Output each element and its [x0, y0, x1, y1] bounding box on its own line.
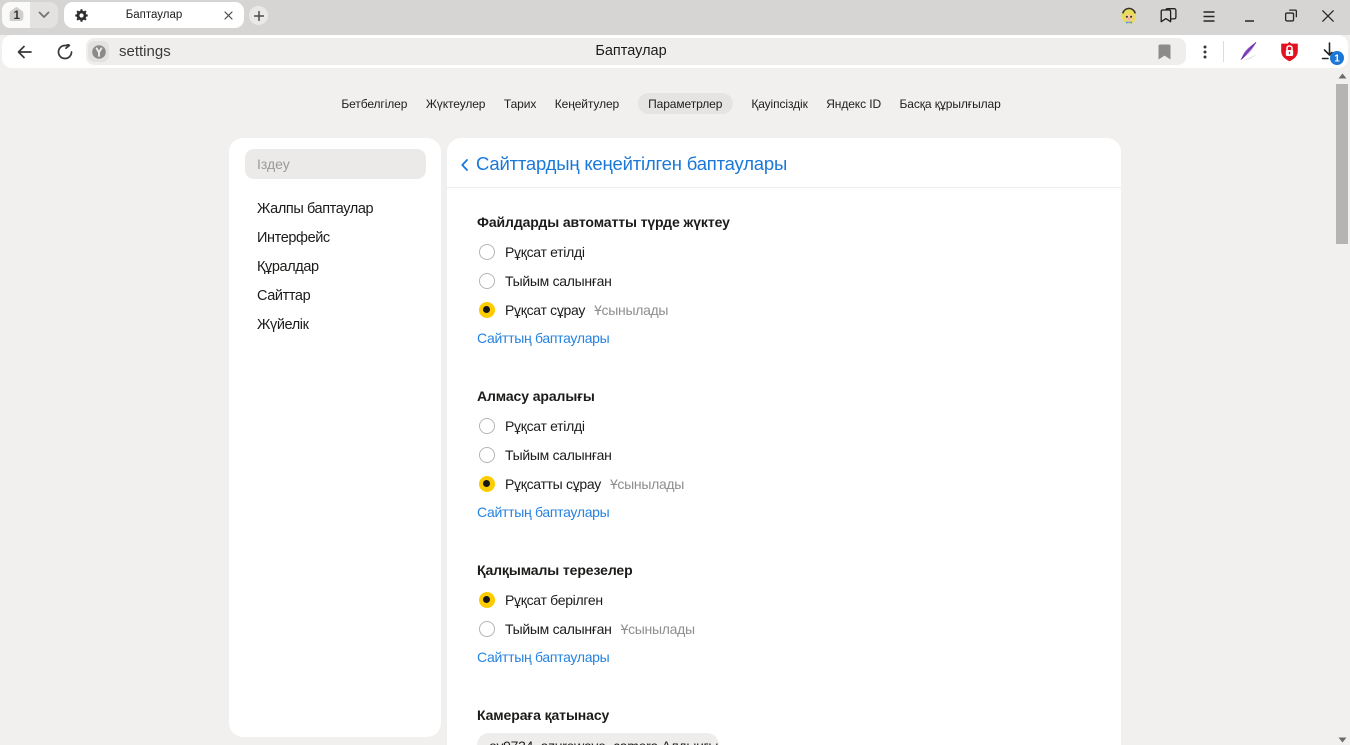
svg-text:1: 1 — [13, 10, 20, 22]
svg-text:1: 1 — [1334, 54, 1340, 65]
